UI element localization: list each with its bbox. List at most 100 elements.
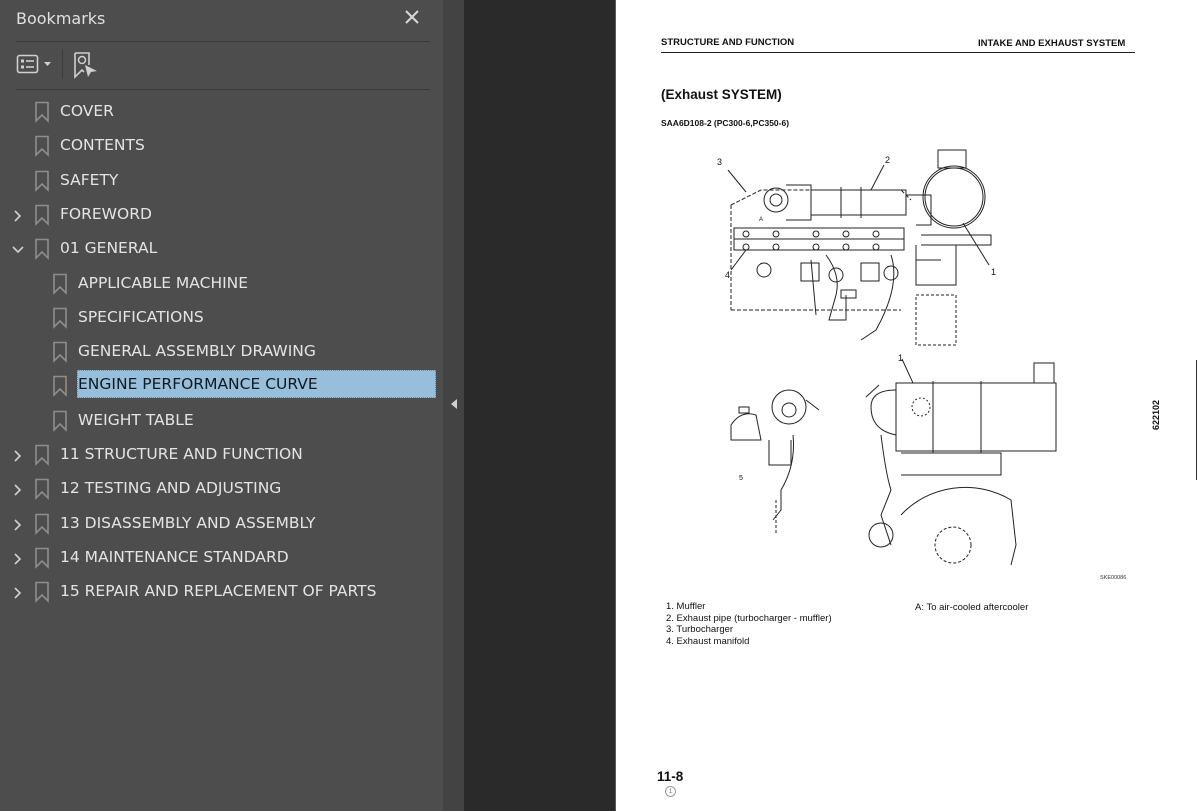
bookmark-icon — [35, 135, 49, 158]
bookmark-icon — [53, 307, 67, 329]
divider — [16, 41, 430, 42]
bookmark-icon — [35, 170, 49, 192]
find-current-bookmark-button[interactable] — [73, 51, 99, 79]
bookmark-label: 15 REPAIR AND REPLACEMENT OF PARTS — [60, 582, 377, 601]
bookmark-icon — [53, 376, 67, 398]
bookmark-icon-wrap — [34, 238, 50, 261]
callout-1-upper: 1 — [991, 267, 996, 277]
bookmark-item[interactable]: ENGINE PERFORMANCE CURVE — [0, 369, 443, 403]
flywheel-housing — [900, 486, 1017, 566]
bookmark-item[interactable]: 14 MAINTENANCE STANDARD — [0, 541, 443, 575]
bookmark-label: 01 GENERAL — [60, 239, 158, 258]
bookmark-icon — [35, 478, 49, 501]
legend-item: 4. Exhaust manifold — [666, 635, 750, 647]
bookmark-icon — [35, 101, 49, 123]
bookmark-label: 13 DISASSEMBLY AND ASSEMBLY — [60, 513, 316, 532]
close-icon — [405, 10, 419, 24]
chevron-right-icon — [14, 587, 22, 599]
bookmark-item[interactable]: 15 REPAIR AND REPLACEMENT OF PARTS — [0, 575, 443, 609]
bookmark-item[interactable]: CONTENTS — [0, 129, 443, 163]
bookmark-item[interactable]: APPLICABLE MACHINE — [0, 267, 443, 301]
bookmark-item[interactable]: FOREWORD — [0, 198, 443, 232]
bookmark-icon-wrap — [52, 341, 68, 364]
bookmark-icon — [35, 238, 49, 261]
legend-item: 2. Exhaust pipe (turbocharger - muffler) — [666, 612, 832, 624]
expand-toggle[interactable] — [11, 482, 25, 496]
bookmark-item[interactable]: SPECIFICATIONS — [0, 301, 443, 335]
bookmark-icon-wrap — [52, 375, 68, 398]
bookmark-icon — [53, 341, 67, 364]
manifold-bolts — [742, 230, 880, 251]
bookmark-icon-wrap — [52, 307, 68, 329]
find-current-bookmark-icon — [74, 52, 97, 79]
close-panel-button[interactable] — [402, 6, 422, 28]
bookmark-icon-wrap — [34, 135, 50, 158]
header-rule — [661, 52, 1135, 53]
side-number: 622102 — [1151, 399, 1161, 430]
page-header-right: INTAKE AND EXHAUST SYSTEM — [978, 38, 1126, 49]
bookmark-label: FOREWORD — [60, 204, 152, 223]
bookmark-icon-wrap — [34, 444, 50, 466]
callout-2: 2 — [885, 155, 890, 165]
callout-5: 5 — [739, 475, 743, 482]
bookmark-item[interactable]: SAFETY — [0, 164, 443, 198]
bookmark-item[interactable]: 01 GENERAL — [0, 232, 443, 266]
collapse-toggle[interactable] — [11, 242, 25, 256]
bookmark-item[interactable]: GENERAL ASSEMBLY DRAWING — [0, 335, 443, 369]
figure-code: SKE00086 — [1100, 575, 1127, 581]
bookmark-icon — [53, 273, 67, 295]
bookmark-icon — [35, 547, 49, 569]
bookmark-label: WEIGHT TABLE — [78, 410, 194, 429]
bookmark-label: 11 STRUCTURE AND FUNCTION — [60, 445, 303, 463]
callout-1-lower: 1 — [898, 353, 903, 363]
bookmarks-panel: Bookmarks COVER CONTENTS SAFETY FOREWORD 01 … — [0, 0, 443, 811]
panel-title: Bookmarks — [16, 9, 106, 28]
muffler — [922, 165, 986, 229]
triangle-left-icon — [451, 399, 457, 409]
toolbar-separator — [62, 49, 63, 79]
turbocharger — [763, 187, 789, 213]
expand-toggle[interactable] — [11, 517, 25, 531]
bookmark-icon — [35, 204, 49, 226]
bookmark-icon — [35, 581, 49, 604]
bookmark-item[interactable]: 13 DISASSEMBLY AND ASSEMBLY — [0, 507, 443, 541]
expand-toggle[interactable] — [11, 448, 25, 462]
list-options-icon — [16, 54, 51, 74]
callout-3: 3 — [717, 157, 722, 167]
bookmark-label: SAFETY — [60, 170, 119, 189]
page-number: 11-8 — [657, 769, 684, 784]
bookmark-item[interactable]: COVER — [0, 95, 443, 129]
bookmark-label: CONTENTS — [60, 136, 145, 155]
expand-toggle[interactable] — [11, 585, 25, 599]
bookmark-icon — [35, 513, 49, 535]
collapse-panel-button[interactable] — [448, 396, 460, 410]
bookmark-label: SPECIFICATIONS — [78, 307, 204, 326]
side-rule — [1196, 360, 1197, 480]
revision-mark: 1 — [665, 786, 676, 797]
bookmark-icon-wrap — [34, 101, 50, 123]
expand-toggle[interactable] — [11, 551, 25, 565]
bookmark-label: 12 TESTING AND ADJUSTING — [60, 479, 282, 498]
document-page: STRUCTURE AND FUNCTION INTAKE AND EXHAUS… — [615, 0, 1200, 811]
bookmark-icon-wrap — [34, 513, 50, 535]
options-menu-button[interactable] — [16, 53, 56, 77]
bookmark-item[interactable]: WEIGHT TABLE — [0, 404, 443, 438]
legend-item: 1. Muffler — [666, 601, 706, 612]
bookmark-icon — [35, 444, 49, 466]
expand-toggle[interactable] — [11, 208, 25, 222]
callout-A: A — [759, 217, 763, 223]
chevron-right-icon — [14, 484, 22, 496]
bookmark-item[interactable]: 12 TESTING AND ADJUSTING — [0, 472, 443, 506]
bookmark-icon-wrap — [34, 478, 50, 501]
section-subtitle: SAA6D108-2 (PC300-6,PC350-6) — [661, 118, 790, 128]
chevron-right-icon — [14, 519, 22, 531]
bookmark-label: COVER — [60, 102, 114, 120]
callout-4: 4 — [725, 270, 730, 280]
bookmark-item[interactable]: 11 STRUCTURE AND FUNCTION — [0, 438, 443, 472]
chevron-right-icon — [14, 450, 22, 462]
exhaust-pipe — [811, 189, 907, 216]
figure-legend: 1. Muffler 2. Exhaust pipe (turbocharger… — [666, 601, 832, 647]
page-header-left: STRUCTURE AND FUNCTION — [661, 37, 795, 48]
bookmark-icon-wrap — [34, 547, 50, 569]
muffler-side — [895, 382, 1057, 452]
